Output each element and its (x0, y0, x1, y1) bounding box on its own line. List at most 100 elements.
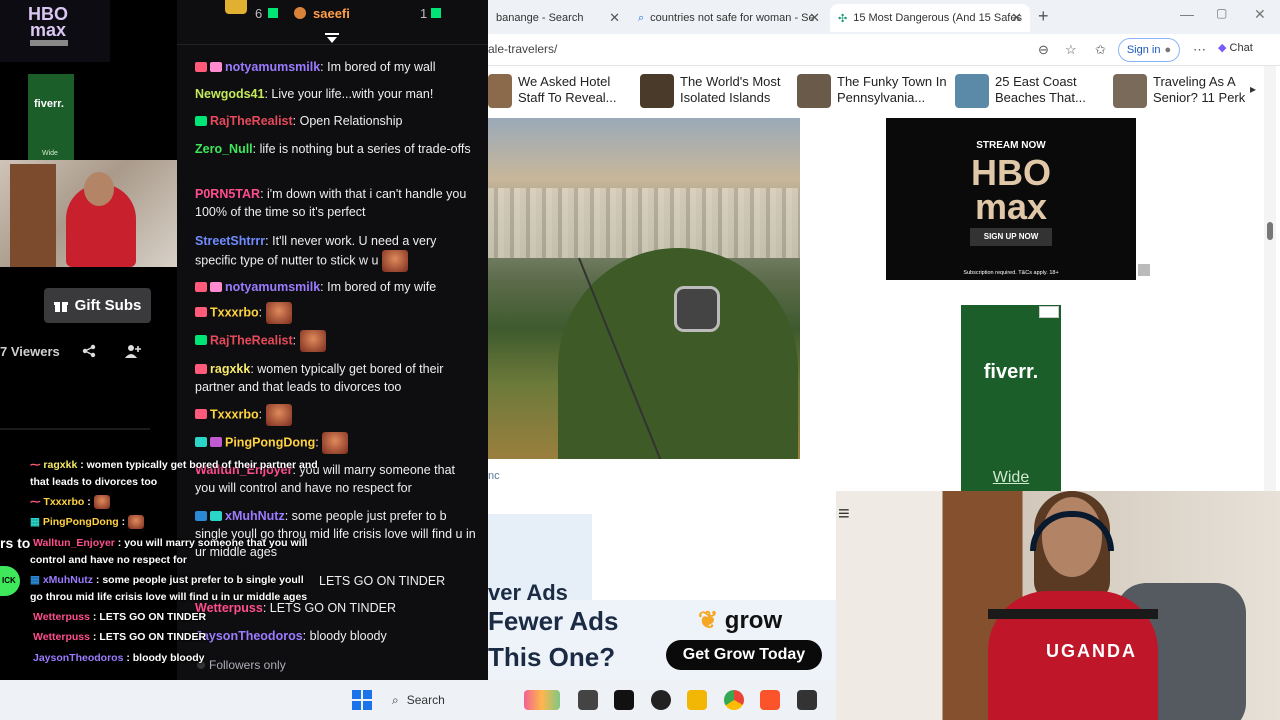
article-card[interactable]: Traveling As A Senior? 11 Perk (1113, 74, 1263, 110)
close-tab-icon[interactable]: ✕ (609, 10, 620, 26)
chat-username[interactable]: Txxxrbo (210, 407, 259, 421)
gift-subs-button[interactable]: Gift Subs (44, 288, 151, 323)
tab-title: countries not safe for woman - Se (650, 12, 815, 24)
tab-countries-search[interactable]: ⌕ countries not safe for woman - Se ✕ (630, 4, 828, 32)
overlay-username: JaysonTheodoros (33, 652, 124, 664)
banner-headline: Fewer Ads (488, 606, 619, 636)
viewer-count: 7 Viewers (0, 344, 60, 359)
share-icon[interactable] (82, 344, 96, 358)
top-gifter-name[interactable]: saeefi (313, 6, 350, 21)
hbo-logo-max: max (29, 20, 67, 40)
article-card[interactable]: 25 East Coast Beaches That... (955, 74, 1105, 110)
hbo-logo-max: max (974, 186, 1048, 227)
obs-icon[interactable] (651, 690, 671, 710)
adchoices-icon[interactable] (1039, 306, 1059, 318)
chat-username[interactable]: StreetShtrrr (195, 234, 265, 248)
capcut-icon[interactable] (614, 690, 634, 710)
chat-username[interactable]: Txxxrbo (210, 305, 259, 319)
chat-username[interactable]: notyamumsmilk (225, 60, 320, 74)
fiverr-footer[interactable]: Wide (961, 469, 1061, 487)
grow-logo-text: grow (724, 607, 783, 634)
chat-username[interactable]: notyamumsmilk (225, 280, 320, 294)
emote-icon (93, 495, 110, 510)
gift-icon (53, 301, 68, 312)
file-explorer-icon[interactable] (687, 690, 707, 710)
brave-icon[interactable] (760, 690, 780, 710)
close-tab-icon[interactable]: ✕ (1011, 10, 1022, 26)
hbo-max-ad[interactable]: STREAM NOW HBO max SIGN UP NOW Subscript… (886, 118, 1136, 280)
get-grow-button[interactable]: Get Grow Today (666, 640, 822, 670)
windows-start-icon[interactable] (352, 690, 372, 710)
chat-text: : Im bored of my wall (320, 60, 436, 74)
fiverr-ad-small[interactable]: fiverr. Wide (28, 74, 74, 160)
badge-icon (210, 511, 222, 521)
hamburger-menu-icon[interactable]: ≡ (838, 503, 850, 526)
hbo-signup-button[interactable]: SIGN UP NOW (970, 228, 1052, 246)
chat-divider (177, 44, 488, 45)
overlay-chat-line: ▦ xMuhNutz : some people just prefer to … (30, 572, 304, 589)
chat-username[interactable]: JaysonTheodoros (195, 629, 303, 643)
url-text[interactable]: ale-travelers/ (488, 42, 557, 56)
partial-link-text[interactable]: nc (488, 470, 500, 482)
more-options-icon[interactable]: ⋯ (1193, 43, 1207, 57)
article-title: We Asked Hotel Staff To Reveal... (518, 74, 617, 105)
reading-icon[interactable]: ⊖ (1038, 43, 1052, 57)
emote-icon (265, 302, 292, 324)
tab-bing-search[interactable]: banange - Search ✕ (488, 4, 628, 32)
person-add-icon[interactable] (125, 344, 141, 358)
chat-username[interactable]: ragxkk (210, 362, 250, 376)
minimize-button[interactable]: — (1180, 6, 1194, 22)
chat-username[interactable]: RajTheRealist (210, 114, 293, 128)
hbo-stream-now: STREAM NOW (976, 140, 1046, 151)
fiverr-ad[interactable]: fiverr. Wide (961, 305, 1061, 491)
copilot-chat-button[interactable]: ◆ Chat (1218, 41, 1253, 54)
overlay-chat-line: Walltun_Enjoyer : you will marry someone… (33, 535, 307, 552)
article-card[interactable]: The Funky Town In Pennsylvania... (797, 74, 947, 110)
overlay-chat-line: ⁓ Txxxrbo : (30, 494, 110, 511)
chevron-right-icon[interactable]: ▸ (1250, 82, 1256, 96)
crown-icon (225, 0, 247, 14)
file-icon[interactable] (578, 690, 598, 710)
article-card[interactable]: We Asked Hotel Staff To Reveal... (488, 74, 628, 110)
collections-icon[interactable]: ✩ (1095, 43, 1109, 57)
badge-icon (294, 7, 306, 19)
chrome-icon[interactable] (724, 690, 744, 710)
article-thumbnail (955, 74, 989, 108)
chat-message: LETS GO ON TINDER (319, 572, 479, 590)
city-skyline (488, 188, 800, 258)
tab-dangerous-countries[interactable]: ✣ 15 Most Dangerous (And 15 Safes ✕ (830, 4, 1030, 32)
taskbar-search[interactable]: ⌕ Search (386, 688, 512, 712)
article-title: The World's Most Isolated Islands (680, 74, 781, 105)
maximize-button[interactable]: ▢ (1216, 6, 1227, 20)
chat-username[interactable]: xMuhNutz (225, 509, 285, 523)
new-tab-button[interactable]: + (1038, 6, 1049, 27)
chat-username[interactable]: Newgods41 (195, 87, 264, 101)
overlay-chat-line: Wetterpuss : LETS GO ON TINDER (33, 629, 206, 646)
close-tab-icon[interactable]: ✕ (809, 10, 820, 26)
favorite-star-icon[interactable]: ☆ (1065, 43, 1079, 57)
address-bar[interactable]: ale-travelers/ ⊖ ☆ ✩ Sign in ● ⋯ ◆ Chat (488, 34, 1280, 66)
badge-icon (195, 62, 207, 72)
chat-text: : (292, 333, 297, 348)
hbo-max-ad-small[interactable]: HBO max (0, 0, 110, 62)
ad-edit-icon[interactable] (1138, 264, 1150, 276)
tulips-widget-icon[interactable] (524, 690, 560, 710)
close-window-button[interactable]: ✕ (1254, 6, 1266, 23)
chat-username[interactable]: PingPongDong (225, 435, 315, 449)
badge-icon: ⁓ (30, 496, 41, 508)
jersey-stripe (988, 609, 1158, 619)
tab-title: 15 Most Dangerous (And 15 Safes (853, 12, 1022, 24)
article-title: Traveling As A Senior? 11 Perk (1153, 74, 1246, 105)
chat-username[interactable]: RajTheRealist (210, 333, 293, 347)
chat-username[interactable]: P0RN5TAR (195, 187, 260, 201)
overlay-partial-text: rs to (0, 535, 31, 551)
app-icon[interactable] (797, 690, 817, 710)
sign-in-button[interactable]: Sign in ● (1118, 38, 1180, 62)
chat-username[interactable]: Zero_Null (195, 142, 253, 156)
leaderboard-count: 1 (420, 6, 428, 21)
jersey-text: UGANDA (1046, 641, 1137, 661)
overlay-text: : you will marry someone that you will (114, 537, 308, 549)
article-card[interactable]: The World's Most Isolated Islands (640, 74, 790, 110)
scrollbar-thumb[interactable] (1267, 222, 1273, 240)
badge-icon (195, 511, 207, 521)
